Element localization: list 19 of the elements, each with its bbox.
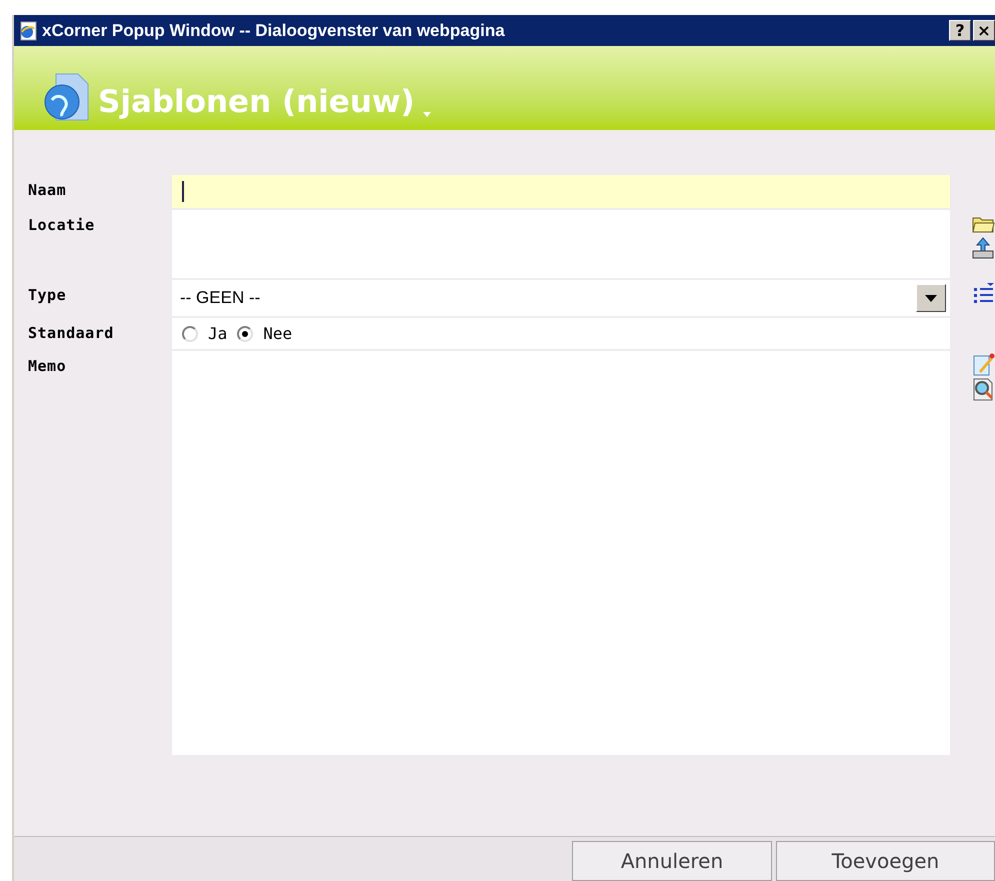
radio-label: Nee [263, 322, 292, 344]
add-button[interactable]: Toevoegen [776, 841, 995, 881]
browser-icon [18, 20, 38, 40]
window-title: xCorner Popup Window -- Dialoogvenster van webpagina [42, 20, 506, 42]
upload-tray-icon[interactable] [971, 236, 995, 260]
close-button[interactable]: × [973, 20, 995, 41]
pencil-note-icon[interactable] [971, 353, 995, 377]
list-icon[interactable] [971, 282, 995, 306]
type-dropdown[interactable]: -- GEEN -- [172, 280, 950, 316]
magnifier-icon[interactable] [971, 377, 995, 401]
input-field[interactable] [172, 175, 950, 208]
cancel-button[interactable]: Annuleren [572, 841, 772, 881]
help-button[interactable]: ? [949, 20, 971, 41]
globe-document-icon [42, 72, 90, 122]
radio-button[interactable] [237, 326, 254, 342]
page-title: Sjablonen (nieuw) [98, 87, 415, 118]
radio-button[interactable] [182, 326, 198, 342]
radio-label: Ja [208, 322, 228, 344]
text-cursor [182, 181, 184, 202]
